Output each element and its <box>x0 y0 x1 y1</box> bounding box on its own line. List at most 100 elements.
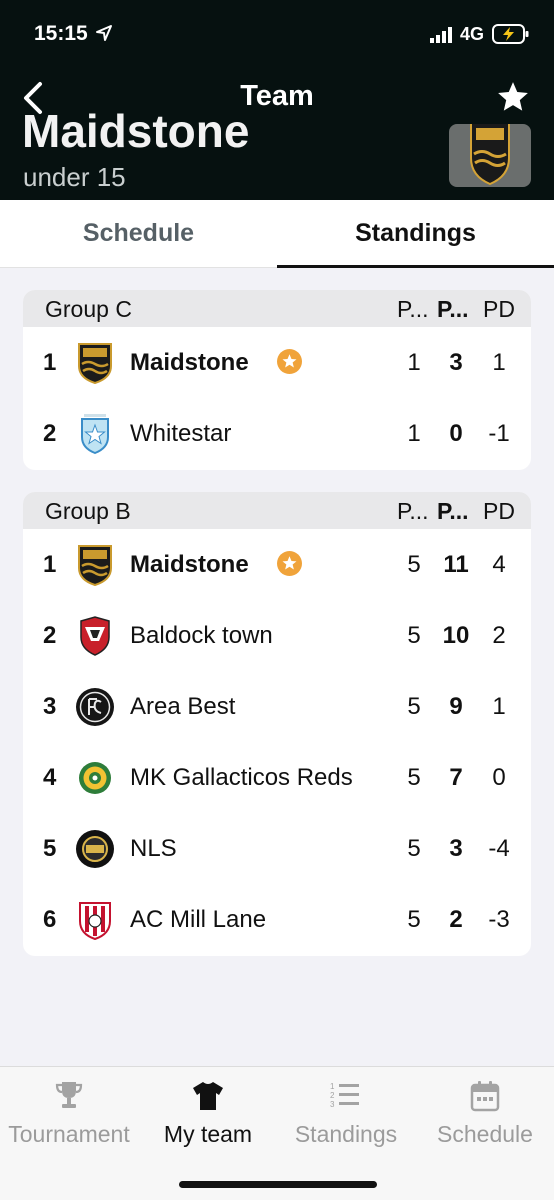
network-type: 4G <box>460 24 485 44</box>
points-value: 11 <box>443 551 469 578</box>
played-value: 5 <box>407 906 421 933</box>
baldock-town-crest-icon <box>80 616 110 656</box>
maidstone-crest-icon <box>78 343 112 384</box>
rank: 2 <box>43 420 57 447</box>
maidstone-crest-icon <box>78 545 112 586</box>
calendar-icon <box>470 1081 500 1112</box>
played-value: 5 <box>407 551 421 578</box>
points-value: 7 <box>449 764 463 791</box>
standings-row[interactable]: 3 Area Best 5 9 1 <box>23 671 531 742</box>
my-team-badge-icon <box>277 551 302 576</box>
column-header-played[interactable]: P... <box>397 498 429 525</box>
tab-schedule[interactable]: Schedule <box>0 200 277 268</box>
pd-value: -3 <box>488 906 510 933</box>
group-card-b: Group B P... P... PD 1 Maidstone 5 11 4 … <box>23 492 531 956</box>
pd-value: 0 <box>492 764 506 791</box>
team-crest <box>449 124 531 187</box>
svg-text:1: 1 <box>330 1082 335 1091</box>
team-name: Maidstone <box>130 551 249 578</box>
played-value: 5 <box>407 764 421 791</box>
favorite-star-icon[interactable] <box>496 80 530 114</box>
rank: 1 <box>43 551 57 578</box>
column-header-played[interactable]: P... <box>397 296 429 323</box>
points-value: 9 <box>449 693 463 720</box>
tab-label: Standings <box>294 1121 398 1147</box>
pd-value: 4 <box>492 551 506 578</box>
bottom-tab-bar: Tournament My team 123 Standings Schedul… <box>0 1066 554 1200</box>
column-header-pd[interactable]: PD <box>483 296 515 323</box>
numbered-list-icon: 123 <box>330 1082 359 1109</box>
bottom-tab-my-team[interactable]: My team <box>158 1079 258 1148</box>
played-value: 1 <box>407 349 421 376</box>
points-value: 3 <box>449 835 463 862</box>
ac-mill-lane-crest-icon <box>79 902 111 941</box>
home-indicator <box>179 1181 377 1188</box>
battery-icon <box>492 24 529 44</box>
team-name: NLS <box>130 835 177 862</box>
team-name: Whitestar <box>130 420 232 447</box>
played-value: 5 <box>407 693 421 720</box>
rank: 2 <box>43 622 57 649</box>
signal-icon <box>430 27 452 43</box>
standings-row[interactable]: 1 Maidstone 1 3 1 <box>23 327 531 398</box>
played-value: 5 <box>407 835 421 862</box>
segment-tabs: Schedule Standings <box>0 200 554 268</box>
column-header-points[interactable]: P... <box>437 296 469 323</box>
points-value: 2 <box>449 906 463 933</box>
whitestar-crest-icon <box>81 414 109 455</box>
status-bar: 15:15 4G <box>0 0 554 70</box>
column-header-pd[interactable]: PD <box>483 498 515 525</box>
tab-label: Schedule <box>437 1121 533 1147</box>
points-value: 0 <box>449 420 463 447</box>
rank: 4 <box>43 764 57 791</box>
team-name: Maidstone <box>130 349 249 376</box>
rank: 3 <box>43 693 57 720</box>
shirt-icon <box>193 1082 223 1110</box>
team-name: Baldock town <box>130 622 273 649</box>
bottom-tab-schedule[interactable]: Schedule <box>432 1079 538 1148</box>
rank: 5 <box>43 835 57 862</box>
standings-row[interactable]: 6 AC Mill Lane 5 2 -3 <box>23 884 531 955</box>
played-value: 5 <box>407 622 421 649</box>
location-arrow-icon <box>96 25 112 41</box>
mk-gallacticos-crest-icon <box>79 762 111 794</box>
status-time: 15:15 <box>34 22 88 45</box>
group-header: Group B P... P... PD <box>23 492 531 529</box>
area-best-crest-icon <box>76 688 114 726</box>
tab-label: Tournament <box>8 1121 130 1147</box>
team-name-heading: Maidstone <box>22 105 250 157</box>
group-card-c: Group C P... P... PD 1 Maidstone 1 3 1 2… <box>23 290 531 470</box>
group-name: Group C <box>45 296 132 322</box>
my-team-badge-icon <box>277 349 302 374</box>
group-name: Group B <box>45 498 131 524</box>
column-header-points[interactable]: P... <box>437 498 469 525</box>
svg-text:2: 2 <box>330 1091 335 1100</box>
bottom-tab-standings[interactable]: 123 Standings <box>290 1079 402 1148</box>
tab-standings[interactable]: Standings <box>277 200 554 268</box>
bottom-tab-tournament[interactable]: Tournament <box>5 1079 133 1148</box>
trophy-icon <box>55 1082 83 1108</box>
team-age-group: under 15 <box>23 162 126 192</box>
rank: 1 <box>43 349 57 376</box>
points-value: 10 <box>442 622 470 649</box>
standings-row[interactable]: 2 Baldock town 5 10 2 <box>23 600 531 671</box>
pd-value: 1 <box>492 349 506 376</box>
standings-row[interactable]: 1 Maidstone 5 11 4 <box>23 529 531 600</box>
standings-row[interactable]: 2 Whitestar 1 0 -1 <box>23 398 531 469</box>
pd-value: -4 <box>488 835 510 862</box>
nls-crest-icon <box>76 830 114 868</box>
pd-value: 1 <box>492 693 506 720</box>
group-header: Group C P... P... PD <box>23 290 531 327</box>
played-value: 1 <box>407 420 421 447</box>
team-header: 15:15 4G Team Maidstone under 15 <box>0 0 554 200</box>
svg-text:3: 3 <box>330 1100 335 1109</box>
standings-row[interactable]: 5 NLS 5 3 -4 <box>23 813 531 884</box>
points-value: 3 <box>449 349 463 376</box>
tab-label: My team <box>163 1121 253 1147</box>
standings-row[interactable]: 4 MK Gallacticos Reds 5 7 0 <box>23 742 531 813</box>
team-name: MK Gallacticos Reds <box>130 764 353 791</box>
team-name: Area Best <box>130 693 236 720</box>
pd-value: 2 <box>492 622 506 649</box>
team-name: AC Mill Lane <box>130 906 267 933</box>
pd-value: -1 <box>488 420 510 447</box>
